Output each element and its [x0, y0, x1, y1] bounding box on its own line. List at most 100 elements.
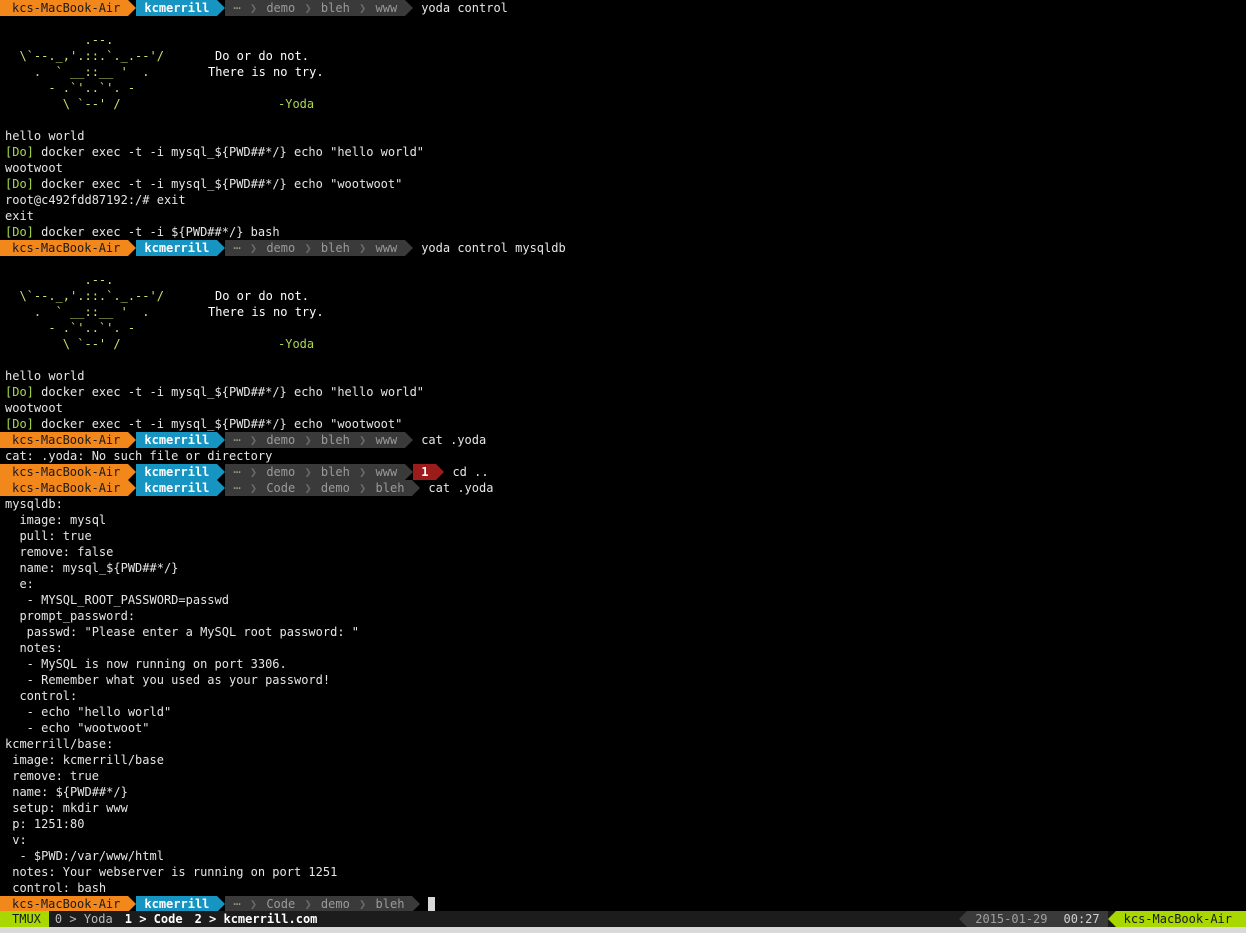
prompt-separator-icon — [217, 240, 226, 256]
do-tag: [Do] — [5, 385, 42, 399]
prompt-host: kcs-MacBook-Air — [0, 464, 129, 480]
prompt-ellipsis: ⋯ — [233, 433, 241, 447]
prompt-command: cat .yoda — [421, 433, 487, 447]
prompt-separator-icon — [217, 0, 226, 16]
prompt-separator-icon — [436, 464, 445, 480]
prompt-separator-icon — [217, 432, 226, 448]
tmux-window-1[interactable]: 1 > Code — [119, 911, 189, 927]
path-chevron-icon: ❯ — [242, 241, 265, 255]
path-chevron-icon: ❯ — [242, 465, 265, 479]
terminal-output-line: hello world — [5, 129, 85, 143]
yoda-ascii-art: \`--._,'.::.`._.--'/ — [5, 49, 164, 63]
prompt-line: kcs-MacBook-Air kcmerrill ⋯ ❯ Code ❯ demo … — [0, 896, 436, 912]
yaml-line: remove: true — [5, 769, 99, 783]
yaml-line: remove: false — [5, 545, 114, 559]
terminal-output-line: [Do] docker exec -t -i ${PWD##*/} bash — [5, 224, 280, 240]
yaml-line: pull: true — [5, 529, 92, 543]
docker-command: docker exec -t -i mysql_${PWD##*/} echo … — [41, 385, 425, 399]
prompt-separator-icon — [128, 464, 137, 480]
yaml-line: control: — [5, 689, 78, 703]
path-segment: demo — [266, 465, 296, 479]
prompt-separator-icon — [128, 896, 137, 912]
do-tag: [Do] — [5, 177, 42, 191]
yaml-line: - Remember what you used as your passwor… — [5, 673, 331, 687]
yoda-attribution: -Yoda — [278, 337, 315, 351]
path-chevron-icon: ❯ — [351, 433, 374, 447]
path-chevron-icon: ❯ — [351, 897, 374, 911]
path-chevron-icon: ❯ — [242, 433, 265, 447]
terminal-output-line: cat: .yoda: No such file or directory — [5, 449, 273, 463]
yoda-quote: Do or do not. — [215, 289, 309, 303]
path-segment: www — [375, 241, 398, 255]
prompt-line: kcs-MacBook-Air kcmerrill ⋯ ❯ demo ❯ bleh … — [0, 464, 489, 480]
tmux-time: 00:27 — [1055, 911, 1108, 927]
prompt-user: kcmerrill — [136, 0, 218, 16]
docker-command: docker exec -t -i ${PWD##*/} bash — [41, 225, 280, 239]
path-segment: demo — [320, 897, 350, 911]
prompt-separator-icon — [412, 480, 421, 496]
yaml-line: image: mysql — [5, 513, 107, 527]
prompt-separator-icon — [405, 240, 414, 256]
tmux-hostname: kcs-MacBook-Air — [1115, 911, 1246, 927]
prompt-host: kcs-MacBook-Air — [0, 432, 129, 448]
prompt-separator-icon — [405, 432, 414, 448]
yoda-attribution: -Yoda — [278, 97, 315, 111]
yaml-line: prompt_password: — [5, 609, 136, 623]
terminal-output-line: hello world — [5, 369, 85, 383]
yoda-quote: There is no try. — [208, 65, 324, 79]
terminal-output-line: exit — [5, 209, 34, 223]
yaml-line: setup: mkdir www — [5, 801, 128, 815]
yaml-line: - echo "wootwoot" — [5, 721, 150, 735]
yoda-ascii-art: - .`'..`'. - — [5, 321, 136, 335]
path-segment: demo — [320, 481, 350, 495]
yoda-quote: Do or do not. — [215, 49, 309, 63]
prompt-separator-icon — [217, 464, 226, 480]
prompt-line: kcs-MacBook-Air kcmerrill ⋯ ❯ demo ❯ bleh … — [0, 432, 486, 448]
yaml-line: name: ${PWD##*/} — [5, 785, 128, 799]
path-chevron-icon: ❯ — [351, 241, 374, 255]
path-segment: Code — [266, 897, 296, 911]
path-chevron-icon: ❯ — [242, 1, 265, 15]
prompt-separator-icon — [405, 464, 414, 480]
prompt-path: ⋯ ❯ demo ❯ bleh ❯ www — [225, 432, 406, 448]
do-tag: [Do] — [5, 225, 42, 239]
yaml-line: kcmerrill/base: — [5, 737, 114, 751]
prompt-path: ⋯ ❯ Code ❯ demo ❯ bleh — [225, 480, 413, 496]
terminal-cursor — [428, 897, 436, 911]
tmux-window-2[interactable]: 2 > kcmerrill.com — [189, 911, 324, 927]
prompt-user: kcmerrill — [136, 464, 218, 480]
tmux-window-0[interactable]: 0 > Yoda — [49, 911, 119, 927]
yaml-line: mysqldb: — [5, 497, 63, 511]
yoda-ascii-art: .--. — [5, 273, 114, 287]
path-segment: bleh — [320, 1, 350, 15]
prompt-separator-icon — [128, 432, 137, 448]
prompt-separator-icon — [217, 896, 226, 912]
path-segment: demo — [266, 1, 296, 15]
path-chevron-icon: ❯ — [242, 481, 265, 495]
yoda-ascii-art: . ` __::__ ' . — [5, 305, 150, 319]
prompt-user: kcmerrill — [136, 432, 218, 448]
prompt-line: kcs-MacBook-Air kcmerrill ⋯ ❯ demo ❯ bleh … — [0, 240, 566, 256]
prompt-path: ⋯ ❯ demo ❯ bleh ❯ www — [225, 240, 406, 256]
yaml-line: p: 1251:80 — [5, 817, 85, 831]
terminal-output-line: wootwoot — [5, 161, 63, 175]
prompt-separator-icon — [128, 480, 137, 496]
path-chevron-icon: ❯ — [351, 1, 374, 15]
path-segment: demo — [266, 241, 296, 255]
prompt-path: ⋯ ❯ Code ❯ demo ❯ bleh — [225, 896, 413, 912]
prompt-ellipsis: ⋯ — [233, 465, 241, 479]
prompt-line: kcs-MacBook-Air kcmerrill ⋯ ❯ Code ❯ demo … — [0, 480, 493, 496]
terminal-window[interactable]: kcs-MacBook-Air kcmerrill ⋯ ❯ demo ❯ bleh … — [0, 0, 1246, 933]
prompt-command: cd .. — [452, 465, 489, 479]
exit-code-badge: 1 — [413, 464, 437, 480]
path-chevron-icon: ❯ — [351, 481, 374, 495]
prompt-command: yoda control mysqldb — [421, 241, 566, 255]
prompt-separator-icon — [412, 896, 421, 912]
yaml-line: - MySQL is now running on port 3306. — [5, 657, 287, 671]
yoda-ascii-art: \`--._,'.::.`._.--'/ — [5, 289, 164, 303]
path-chevron-icon: ❯ — [242, 897, 265, 911]
path-segment: bleh — [375, 481, 405, 495]
prompt-ellipsis: ⋯ — [233, 241, 241, 255]
prompt-host: kcs-MacBook-Air — [0, 896, 129, 912]
yaml-line: - echo "hello world" — [5, 705, 172, 719]
